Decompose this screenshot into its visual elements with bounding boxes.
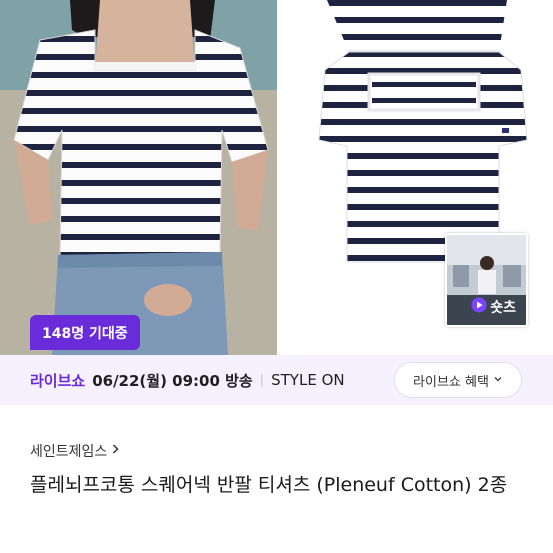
- play-icon: [471, 297, 487, 317]
- shorts-label: 숏츠: [490, 300, 516, 316]
- live-show-store: STYLE ON: [271, 371, 345, 389]
- brand-link[interactable]: 세인트제임스: [30, 441, 120, 461]
- product-title: 플레뇌프코통 스퀘어넥 반팔 티셔츠 (Pleneuf Cotton) 2종: [30, 474, 508, 496]
- shorts-thumbnail[interactable]: 숏츠: [445, 233, 528, 327]
- model-photo: [0, 0, 277, 355]
- chevron-down-icon: [493, 373, 503, 388]
- expect-count-badge: 148명 기대중: [30, 315, 140, 350]
- brand-name: 세인트제임스: [30, 444, 108, 460]
- shorts-label-group: 숏츠: [471, 297, 516, 317]
- live-benefit-label: 라이브쇼 혜택: [413, 374, 489, 390]
- live-show-tag: 라이브쇼: [30, 371, 86, 390]
- live-show-datetime: 06/22(월) 09:00 방송: [92, 371, 253, 390]
- live-show-info: 라이브쇼 06/22(월) 09:00 방송 | STYLE ON: [30, 355, 345, 405]
- chevron-right-icon: [111, 443, 120, 459]
- live-show-divider: |: [259, 372, 265, 388]
- live-show-bar[interactable]: 라이브쇼 06/22(월) 09:00 방송 | STYLE ON 라이브쇼 혜…: [0, 355, 553, 405]
- expect-count-text: 148명 기대중: [42, 325, 128, 342]
- live-benefit-button[interactable]: 라이브쇼 혜택: [394, 362, 522, 398]
- model-illustration: [0, 0, 277, 355]
- product-image-area[interactable]: 숏츠 148명 기대중: [0, 0, 553, 355]
